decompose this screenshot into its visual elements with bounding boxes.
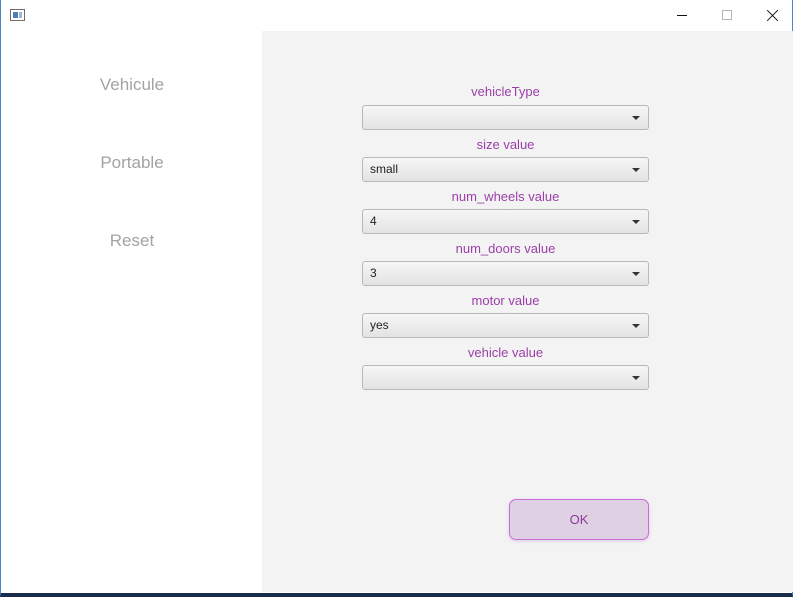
motor-select[interactable]: yes <box>362 313 649 338</box>
app-icon <box>10 9 25 21</box>
chevron-down-icon <box>632 168 640 172</box>
sidebar-item-portable[interactable]: Portable <box>2 153 262 173</box>
motor-label: motor value <box>471 293 540 308</box>
num-wheels-label: num_wheels value <box>451 189 560 204</box>
num-doors-select[interactable]: 3 <box>362 261 649 286</box>
ok-button[interactable]: OK <box>509 499 649 540</box>
maximize-button[interactable] <box>704 0 750 30</box>
num-wheels-select[interactable]: 4 <box>362 209 649 234</box>
num-wheels-value: 4 <box>370 214 377 228</box>
sidebar: Vehicule Portable Reset <box>2 31 262 592</box>
close-icon <box>766 9 779 22</box>
sidebar-item-vehicule[interactable]: Vehicule <box>2 75 262 95</box>
motor-value: yes <box>370 318 389 332</box>
chevron-down-icon <box>632 116 640 120</box>
size-value: small <box>370 162 399 176</box>
num-doors-label: num_doors value <box>455 241 556 256</box>
title-bar[interactable] <box>1 0 792 31</box>
chevron-down-icon <box>632 324 640 328</box>
num-doors-value: 3 <box>370 266 377 280</box>
vehicle-type-label: vehicleType <box>471 84 540 99</box>
minimize-button[interactable] <box>659 0 705 30</box>
vehicle-value-label: vehicle value <box>467 345 544 360</box>
maximize-icon <box>722 10 732 20</box>
chevron-down-icon <box>632 220 640 224</box>
chevron-down-icon <box>632 272 640 276</box>
vehicle-value-select[interactable] <box>362 365 649 390</box>
close-button[interactable] <box>749 0 793 30</box>
form-panel: vehicleType size value small num_wheels … <box>262 31 793 592</box>
app-window: Vehicule Portable Reset vehicleType size… <box>0 0 793 597</box>
sidebar-item-reset[interactable]: Reset <box>2 231 262 251</box>
size-label: size value <box>476 137 535 152</box>
size-select[interactable]: small <box>362 157 649 182</box>
vehicle-type-select[interactable] <box>362 105 649 130</box>
chevron-down-icon <box>632 376 640 380</box>
minimize-icon <box>677 14 687 16</box>
